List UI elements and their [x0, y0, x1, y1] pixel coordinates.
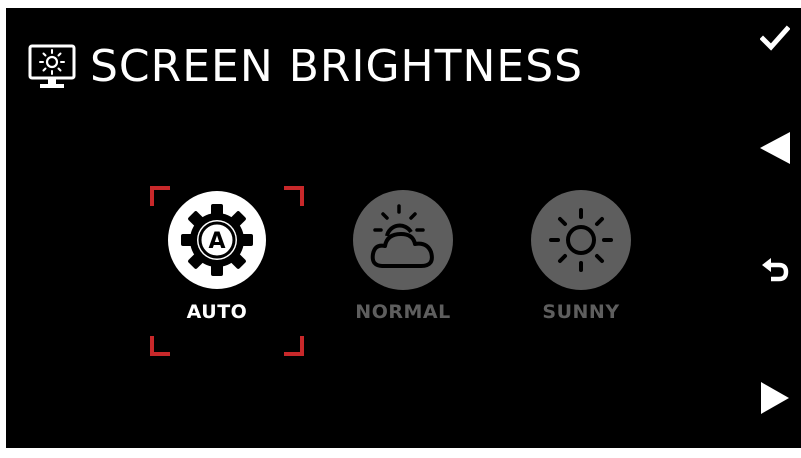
back-button[interactable]	[753, 248, 797, 292]
arrow-right-icon	[761, 382, 789, 414]
option-auto-label: AUTO	[186, 301, 248, 323]
osd-screen: SCREEN BRIGHTNESS A AUTO NORMAL SUNNY	[6, 8, 801, 448]
right-button[interactable]	[753, 376, 797, 420]
svg-text:A: A	[208, 229, 225, 254]
option-sunny-label: SUNNY	[542, 301, 620, 323]
auto-gear-icon: A	[168, 191, 266, 289]
brightness-options: A AUTO NORMAL SUNNY	[6, 8, 801, 448]
device-frame: SCREEN BRIGHTNESS A AUTO NORMAL SUNNY	[0, 0, 801, 458]
partly-cloudy-icon	[353, 190, 453, 290]
confirm-button[interactable]	[753, 16, 797, 60]
check-icon	[760, 25, 790, 51]
return-icon	[762, 258, 789, 282]
option-normal[interactable]: NORMAL	[336, 186, 466, 336]
arrow-left-icon	[760, 132, 790, 164]
option-auto[interactable]: A AUTO	[150, 186, 280, 336]
option-normal-label: NORMAL	[355, 301, 451, 323]
sun-icon	[531, 190, 631, 290]
option-sunny[interactable]: SUNNY	[514, 186, 644, 336]
left-button[interactable]	[753, 126, 797, 170]
side-controls	[741, 8, 801, 448]
